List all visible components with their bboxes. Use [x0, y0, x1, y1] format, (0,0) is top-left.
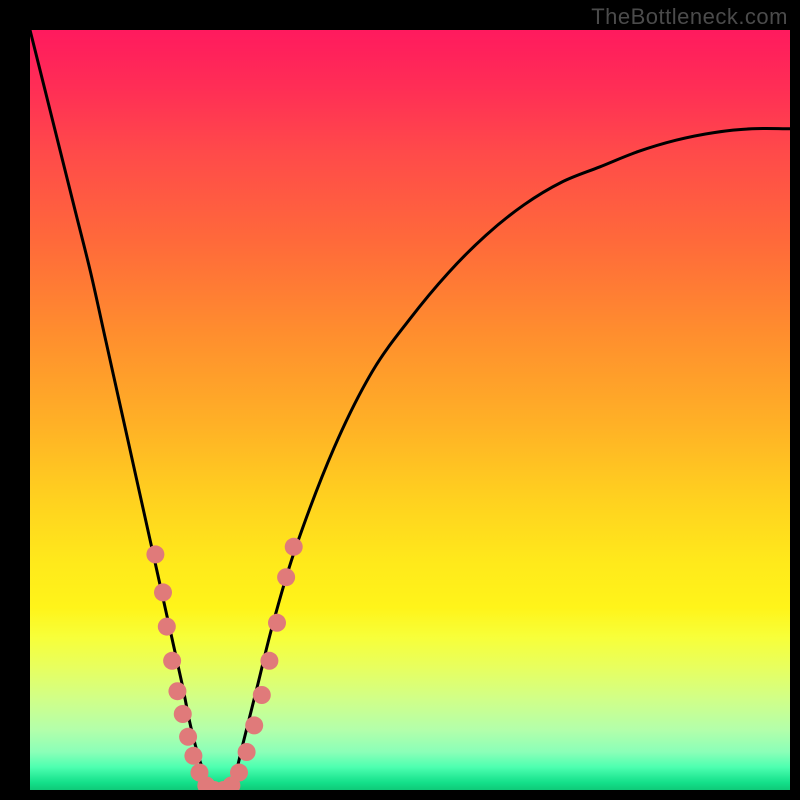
highlight-dot — [179, 728, 197, 746]
highlight-dot — [230, 764, 248, 782]
highlight-dot — [253, 686, 271, 704]
chart-frame: TheBottleneck.com — [0, 0, 800, 800]
highlight-dot — [158, 618, 176, 636]
highlight-dot — [268, 614, 286, 632]
highlight-dot — [163, 652, 181, 670]
watermark-text: TheBottleneck.com — [591, 4, 788, 30]
highlight-dot — [245, 716, 263, 734]
highlight-dots — [146, 538, 302, 790]
curve-layer — [30, 30, 790, 790]
highlight-dot — [168, 682, 186, 700]
plot-area — [30, 30, 790, 790]
highlight-dot — [184, 747, 202, 765]
highlight-dot — [154, 583, 172, 601]
bottleneck-curve-path — [30, 30, 790, 790]
bottleneck-curve — [30, 30, 790, 790]
highlight-dot — [260, 652, 278, 670]
highlight-dot — [174, 705, 192, 723]
highlight-dot — [285, 538, 303, 556]
highlight-dot — [146, 545, 164, 563]
highlight-dot — [238, 743, 256, 761]
highlight-dot — [277, 568, 295, 586]
